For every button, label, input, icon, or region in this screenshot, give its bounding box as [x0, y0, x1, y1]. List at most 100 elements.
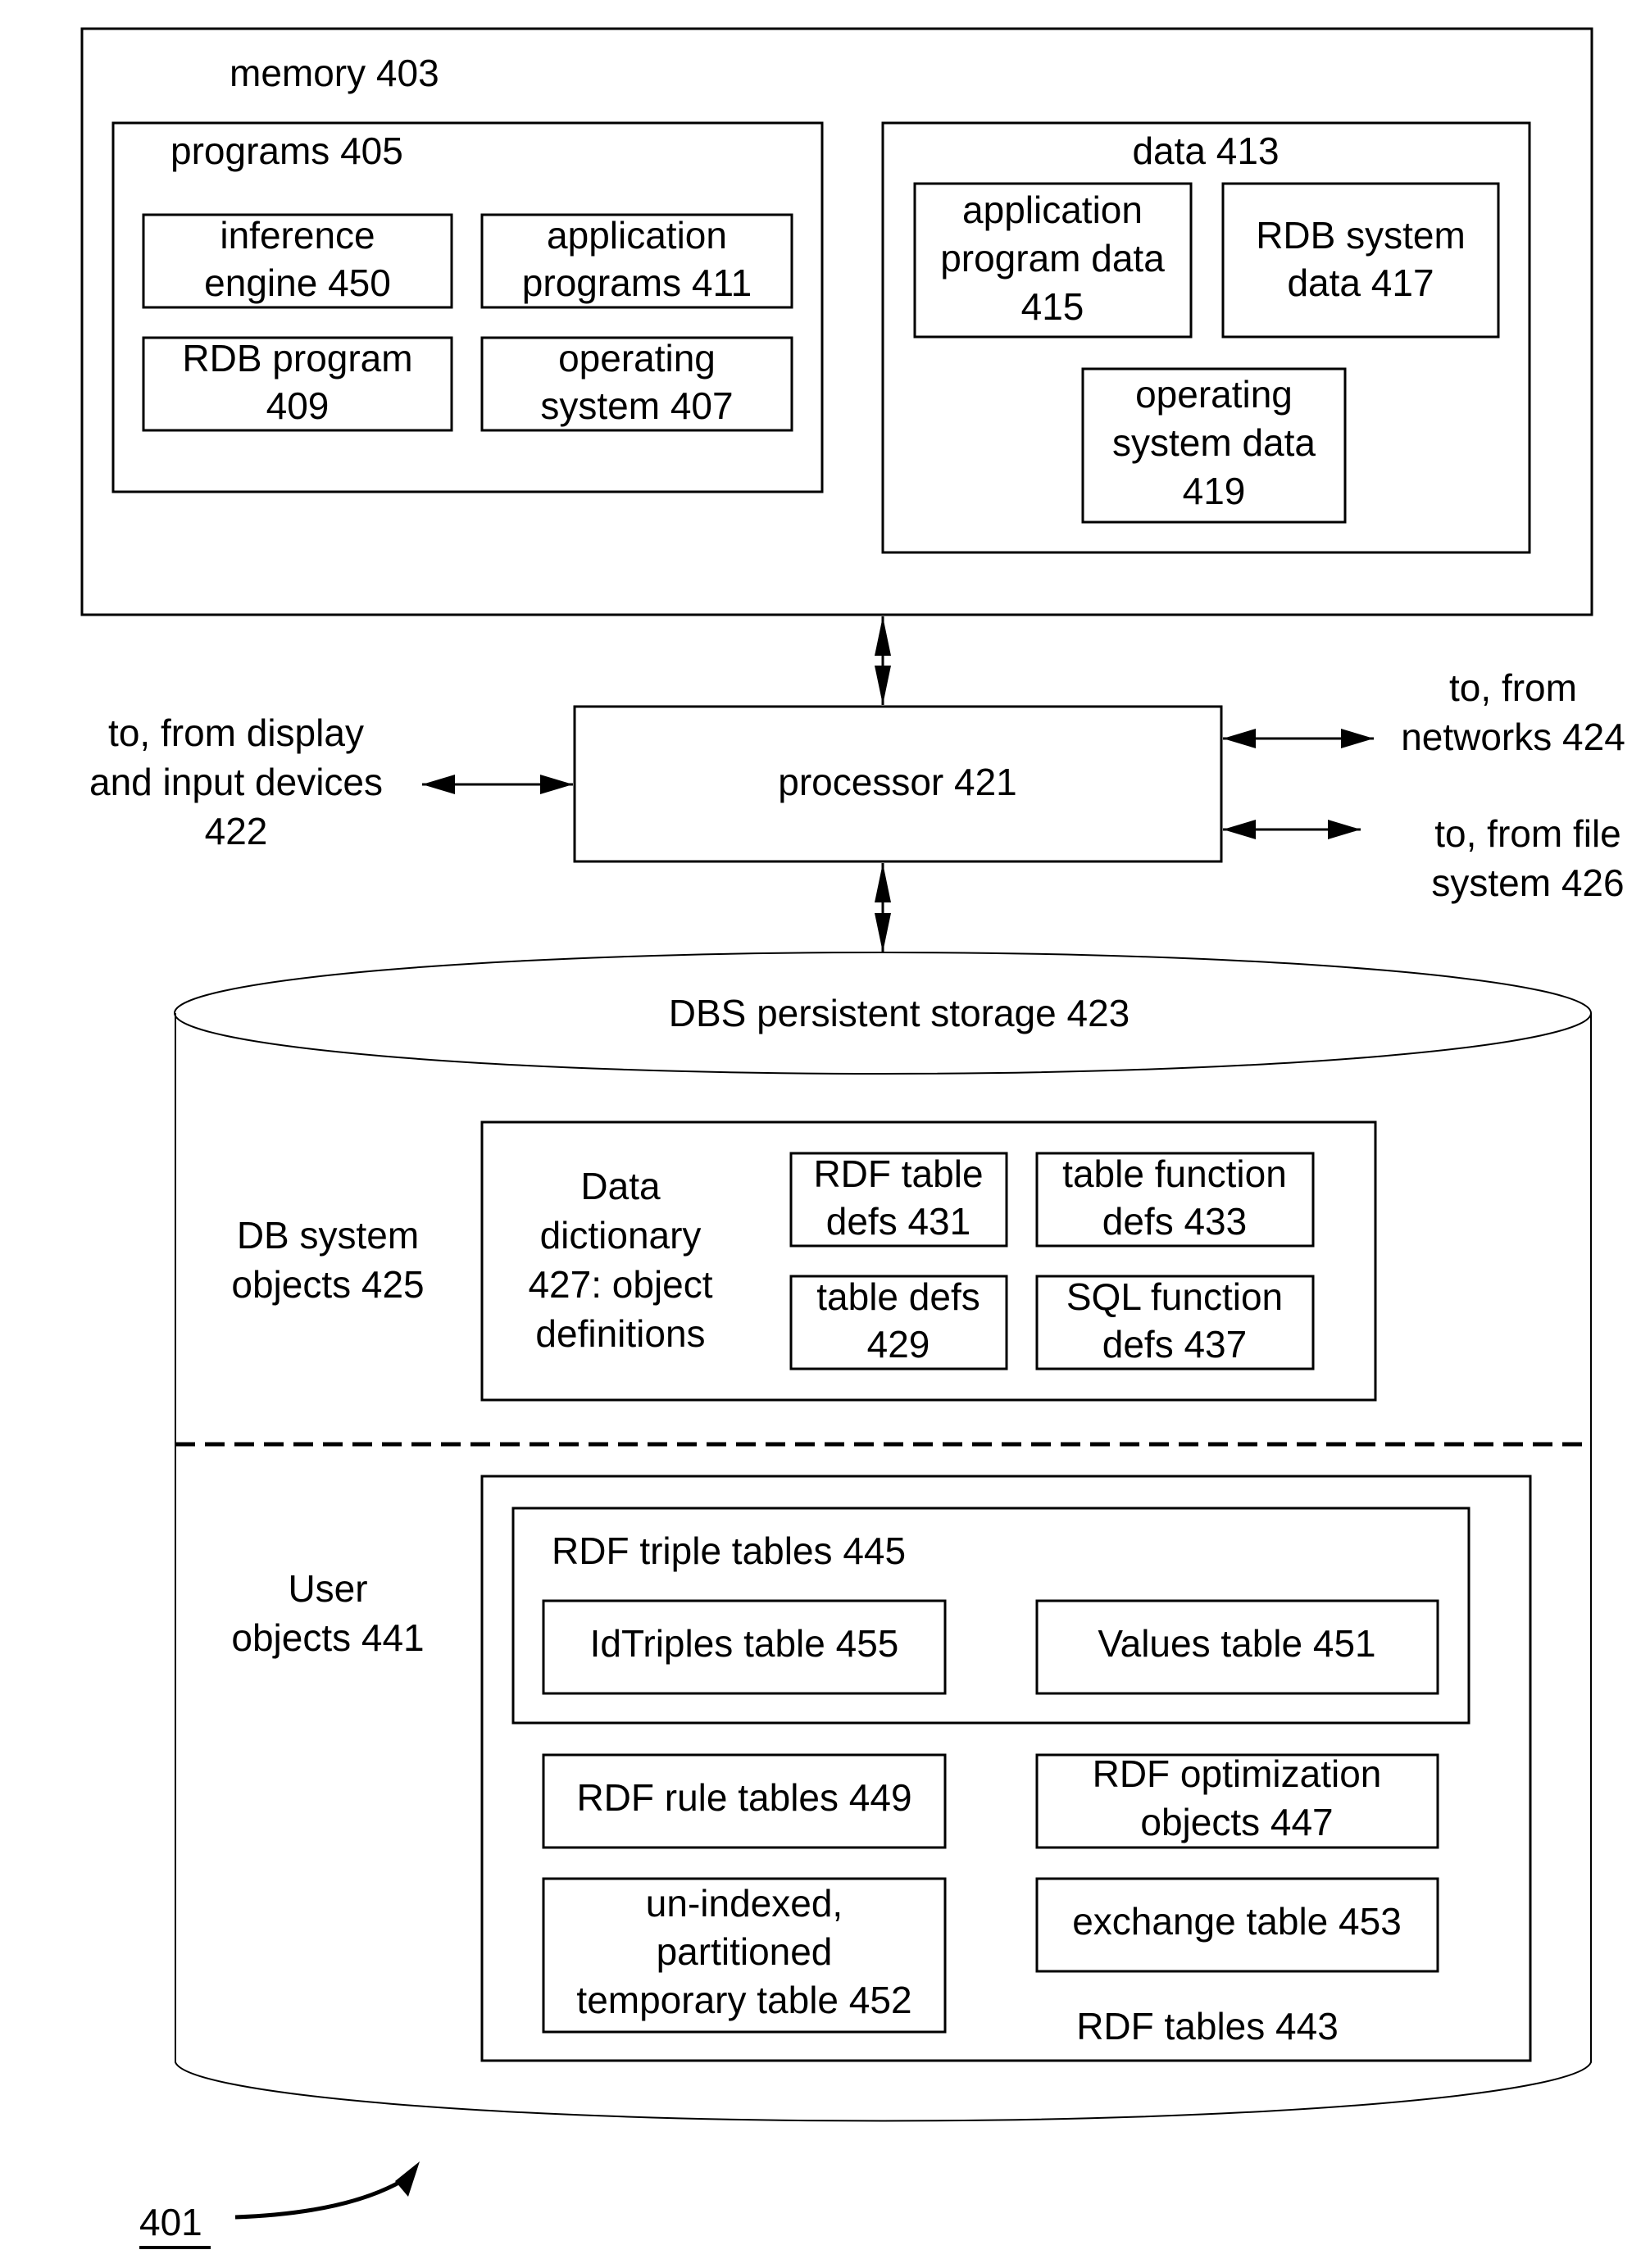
definition-item[interactable]: table function defs 433	[1035, 1152, 1315, 1248]
table-item[interactable]: un-indexed, partitioned temporary table …	[542, 1877, 947, 2034]
networks-arrow	[1223, 729, 1374, 748]
definition-item[interactable]: table defs 429	[789, 1275, 1008, 1370]
arrowhead-left-icon	[1223, 820, 1256, 839]
reference-number: 401	[139, 2201, 202, 2243]
rdf-tables-block: RDF tables 443 RDF triple tables 445 IdT…	[480, 1475, 1532, 2062]
table-item[interactable]: Values table 451	[1035, 1599, 1439, 1695]
programs-label: programs 405	[170, 130, 403, 172]
arrowhead-right-icon	[1328, 820, 1361, 839]
table-item[interactable]: IdTriples table 455	[542, 1599, 947, 1695]
data-item-line: program data	[940, 237, 1165, 280]
io-label-line: and input devices	[89, 761, 383, 803]
data-item-line: RDB system	[1256, 214, 1466, 257]
dictionary-label-line: definitions	[535, 1312, 705, 1355]
program-item[interactable]: inference engine 450	[142, 213, 453, 309]
table-item[interactable]: exchange table 453	[1035, 1877, 1439, 1973]
definition-item-line: RDF table	[813, 1152, 983, 1195]
section-label-line: DB system	[237, 1214, 419, 1257]
section-label-line: objects 425	[231, 1263, 424, 1306]
user-objects-label: User objects 441	[231, 1567, 424, 1659]
definition-item-line: table defs	[816, 1275, 980, 1318]
file-system-arrow	[1223, 820, 1361, 839]
display-io-arrow	[422, 775, 573, 794]
figure-reference: 401	[139, 2161, 420, 2249]
arrowhead-left-icon	[1223, 729, 1256, 748]
arrowhead-left-icon	[422, 775, 455, 794]
program-item-line: operating	[558, 337, 716, 380]
table-item-line: exchange table 453	[1072, 1900, 1402, 1943]
section-label-line: objects 441	[231, 1616, 424, 1659]
definition-item-line: 429	[867, 1323, 930, 1366]
arrowhead-right-icon	[540, 775, 573, 794]
definition-item-line: defs 431	[826, 1200, 970, 1243]
table-item-line: IdTriples table 455	[590, 1622, 899, 1665]
program-item-line: engine 450	[204, 261, 391, 304]
file-system-label: to, from file system 426	[1431, 812, 1624, 904]
arrowhead-up-icon	[875, 863, 891, 902]
table-item-line: partitioned	[657, 1930, 833, 1973]
processor-storage-arrow	[875, 863, 891, 952]
data-item[interactable]: RDB system data 417	[1221, 182, 1500, 339]
program-item-line: 409	[266, 384, 330, 427]
table-item-line: Values table 451	[1098, 1622, 1375, 1665]
io-label-line: to, from	[1449, 666, 1577, 709]
io-label-line: 422	[205, 810, 268, 852]
memory-block: memory 403 programs 405 inference engine…	[80, 27, 1593, 616]
io-label-line: system 426	[1431, 861, 1624, 904]
table-item[interactable]: RDF rule tables 449	[542, 1753, 947, 1849]
section-label-line: User	[288, 1567, 367, 1610]
networks-label: to, from networks 424	[1401, 666, 1625, 758]
data-item-line: operating	[1135, 373, 1293, 416]
data-item-line: 419	[1183, 470, 1246, 512]
table-item-line: RDF optimization	[1093, 1752, 1382, 1795]
table-item-line: un-indexed,	[646, 1882, 843, 1925]
program-item[interactable]: operating system 407	[480, 336, 793, 432]
rdf-triple-tables-label: RDF triple tables 445	[552, 1529, 906, 1572]
io-label-line: networks 424	[1401, 716, 1625, 758]
program-item-line: system 407	[540, 384, 733, 427]
definition-item[interactable]: RDF table defs 431	[789, 1152, 1008, 1248]
storage-label: DBS persistent storage 423	[669, 992, 1130, 1034]
program-item-line: programs 411	[522, 261, 752, 304]
table-item[interactable]: RDF optimization objects 447	[1035, 1752, 1439, 1849]
definition-item[interactable]: SQL function defs 437	[1035, 1275, 1315, 1370]
program-item-line: application	[547, 214, 727, 257]
arrowhead-down-icon	[875, 666, 891, 705]
processor-label: processor 421	[778, 761, 1017, 803]
program-item-line: inference	[220, 214, 375, 257]
reference-arrowhead-icon	[395, 2161, 420, 2197]
data-block: data 413 application program data 415 RD…	[881, 121, 1531, 554]
data-item-line: application	[962, 189, 1143, 231]
arrowhead-down-icon	[875, 913, 891, 952]
display-io-label: to, from display and input devices 422	[89, 711, 383, 852]
definition-item-line: defs 437	[1102, 1323, 1247, 1366]
system-diagram: memory 403 programs 405 inference engine…	[80, 27, 1625, 2249]
arrowhead-right-icon	[1341, 729, 1374, 748]
dictionary-label-line: dictionary	[540, 1214, 702, 1257]
data-item-line: 415	[1021, 285, 1084, 328]
program-item[interactable]: application programs 411	[480, 213, 793, 309]
table-item-line: temporary table 452	[576, 1979, 911, 2021]
program-item-line: RDB program	[182, 337, 412, 380]
io-label-line: to, from display	[108, 711, 364, 754]
reference-leader	[234, 2174, 411, 2220]
io-label-line: to, from file	[1434, 812, 1621, 855]
rdf-triple-tables-block: RDF triple tables 445 IdTriples table 45…	[511, 1507, 1470, 1725]
data-item[interactable]: operating system data 419	[1081, 367, 1347, 524]
data-item[interactable]: application program data 415	[913, 182, 1193, 339]
table-item-line: RDF rule tables 449	[576, 1776, 911, 1819]
db-system-objects-label: DB system objects 425	[231, 1214, 424, 1306]
rdf-tables-label: RDF tables 443	[1076, 2005, 1339, 2048]
definition-item-line: table function	[1062, 1152, 1287, 1195]
program-item[interactable]: RDB program 409	[142, 336, 453, 432]
memory-label: memory 403	[230, 52, 439, 94]
data-item-line: data 417	[1287, 261, 1434, 304]
processor-block[interactable]: processor 421	[573, 705, 1223, 863]
data-label: data 413	[1132, 130, 1279, 172]
table-item-line: objects 447	[1140, 1801, 1333, 1843]
programs-block: programs 405 inference engine 450 applic…	[111, 121, 824, 493]
definition-item-line: defs 433	[1102, 1200, 1247, 1243]
storage-cylinder: DBS persistent storage 423 DB system obj…	[174, 952, 1592, 2122]
dictionary-label-line: 427: object	[528, 1263, 712, 1306]
memory-processor-arrow	[875, 616, 891, 705]
